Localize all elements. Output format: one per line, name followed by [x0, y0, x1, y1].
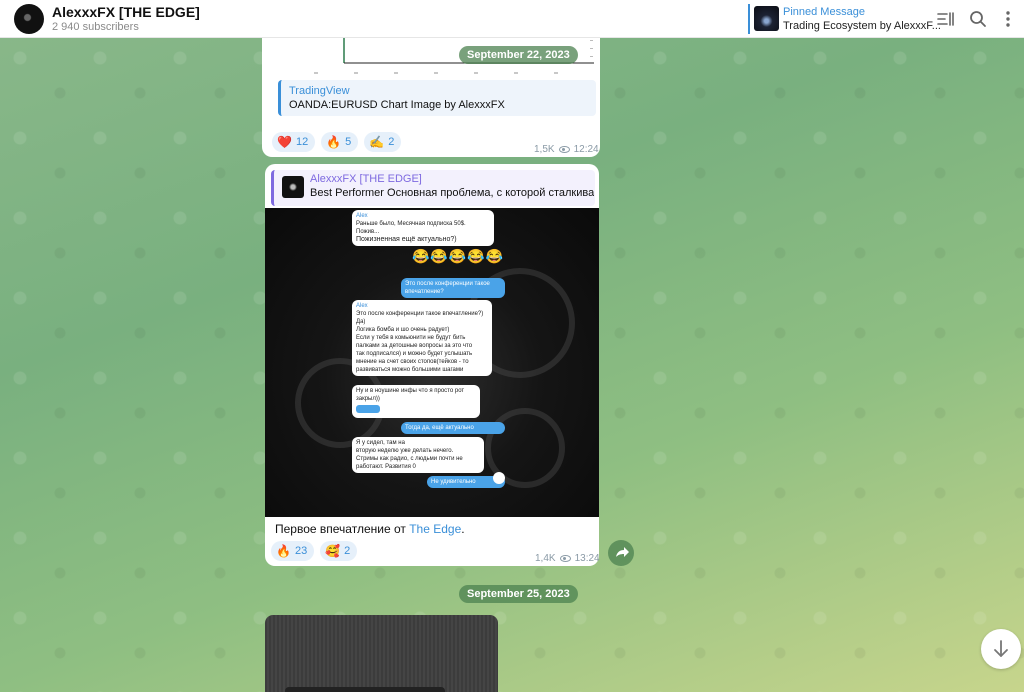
- message-meta: 1,5K 12:24: [534, 144, 599, 155]
- date-separator: September 22, 2023: [459, 46, 578, 64]
- more-icon[interactable]: [998, 9, 1018, 29]
- message-time: 12:24: [573, 144, 599, 155]
- scroll-to-bottom-button[interactable]: [981, 629, 1021, 669]
- pinned-thumbnail: [754, 6, 779, 31]
- eye-icon: [558, 146, 570, 153]
- bubble-line: закрыл)): [356, 396, 380, 402]
- bubble-line: мнение на счет своих стопов(тейков - то: [356, 359, 469, 365]
- search-icon[interactable]: [968, 9, 988, 29]
- pinned-text: Trading Ecosystem by AlexxxF...: [783, 20, 941, 32]
- caption-link[interactable]: The Edge: [409, 522, 461, 536]
- view-count: 1,4K: [535, 553, 556, 564]
- caption-text: Первое впечатление от: [275, 522, 410, 536]
- reaction-fire[interactable]: 🔥 5: [321, 132, 359, 152]
- forward-source-name: AlexxxFX [THE EDGE]: [310, 173, 422, 185]
- smiling-hearts-emoji: 🥰: [325, 544, 341, 558]
- fire-emoji: 🔥: [326, 135, 342, 149]
- reaction-count: 2: [344, 545, 351, 557]
- voice-attachment: [356, 405, 380, 413]
- link-preview[interactable]: TradingView OANDA:EURUSD Chart Image by …: [278, 80, 596, 116]
- forward-source-avatar: [282, 176, 304, 198]
- message-meta: 1,4K 13:24: [535, 553, 600, 564]
- sidebar-toggle-icon[interactable]: [936, 9, 956, 29]
- channel-name[interactable]: AlexxxFX [THE EDGE]: [52, 4, 200, 20]
- quote-name: Alex: [356, 213, 368, 219]
- bubble-line: Логика бомба и шо очень радует): [356, 327, 450, 333]
- subscriber-count: 2 940 subscribers: [52, 21, 139, 33]
- bubble-line: вторую неделю уже делать нечего.: [356, 448, 454, 454]
- pinned-title: Pinned Message: [783, 6, 865, 18]
- reaction-count: 12: [295, 136, 309, 148]
- link-site-name: TradingView: [289, 85, 350, 97]
- quote-name: Alex: [356, 303, 368, 309]
- heart-emoji: ❤️: [277, 135, 292, 149]
- chat-bubble-incoming: Alex Это после конференции такое впечатл…: [352, 300, 492, 376]
- reactions-bar: 🔥 23 🥰 2: [271, 541, 358, 561]
- bubble-line: Я у сидел, там на: [356, 440, 405, 446]
- reaction-count: 2: [388, 136, 395, 148]
- message-time: 13:24: [574, 553, 600, 564]
- media-inner-frame: [285, 687, 445, 692]
- quote-text: Это после конференции такое впечатление?…: [356, 311, 484, 317]
- arrow-down-icon: [994, 640, 1008, 657]
- chat-bubble-outgoing: Это после конференции такое впечатление?: [401, 278, 505, 298]
- bubble-line: Стримы как радио, с людьми почти не: [356, 456, 463, 462]
- reactions-bar: ❤️ 12 🔥 5 ✍️ 2: [272, 132, 402, 152]
- reaction-fire[interactable]: 🔥 23: [271, 541, 315, 561]
- pinned-indicator: [748, 4, 750, 34]
- chat-header: AlexxxFX [THE EDGE] 2 940 subscribers Pi…: [0, 0, 1024, 38]
- reaction-writing[interactable]: ✍️ 2: [364, 132, 402, 152]
- bubble-line: Ну и в ноушине инфы что я просто рот: [356, 388, 465, 394]
- channel-avatar[interactable]: [14, 4, 44, 34]
- bubble-line: Да): [356, 319, 366, 325]
- chat-bubble-incoming: Alex Раньше было, Месячная подписка 50$.…: [352, 210, 494, 246]
- bubble-line: работают. Развития 0: [356, 464, 416, 470]
- media-thumbnail[interactable]: [265, 615, 498, 692]
- chat-bubble-outgoing: Тогда да, ещё актуально: [401, 422, 505, 434]
- quote-text: Раньше было, Месячная подписка 50$. Пожи…: [356, 221, 466, 235]
- chat-bubble-incoming: Ну и в ноушине инфы что я просто рот зак…: [352, 385, 480, 418]
- fire-emoji: 🔥: [276, 544, 291, 558]
- link-title: OANDA:EURUSD Chart Image by AlexxxFX: [289, 99, 505, 111]
- message-bubble[interactable]: AlexxxFX [THE EDGE] Best Performer Основ…: [265, 164, 600, 566]
- reaction-count: 5: [345, 136, 352, 148]
- emoji-message: 😂😂😂😂😂: [412, 248, 505, 264]
- reaction-love[interactable]: 🥰 2: [320, 541, 358, 561]
- share-icon: [616, 547, 629, 557]
- reaction-count: 23: [294, 545, 308, 557]
- date-separator: September 25, 2023: [459, 585, 578, 603]
- caption-text-end: .: [461, 522, 465, 536]
- chat-bubble-incoming: Я у сидел, там на вторую неделю уже дела…: [352, 437, 484, 473]
- share-button[interactable]: [608, 540, 634, 566]
- forwarded-header[interactable]: AlexxxFX [THE EDGE] Best Performer Основ…: [271, 170, 595, 206]
- bubble-line: так подписался) и можно будет услышать: [356, 351, 473, 357]
- scroll-down-icon: [493, 472, 505, 484]
- bubble-line: палками за детошные вопросы за это что: [356, 343, 473, 349]
- message-caption: Первое впечатление от The Edge.: [275, 522, 465, 536]
- reaction-heart[interactable]: ❤️ 12: [272, 132, 316, 152]
- bubble-line: развиваться можно большими шагами: [356, 367, 464, 373]
- bubble-line: Если у тебя в комьюнити не будут бить: [356, 335, 466, 341]
- forward-preview-text: Best Performer Основная проблема, с кото…: [310, 187, 594, 199]
- bubble-text: Пожизненная ещё актуально?): [356, 236, 457, 243]
- screenshot-image[interactable]: Alex Раньше было, Месячная подписка 50$.…: [265, 208, 599, 517]
- view-count: 1,5K: [534, 144, 555, 155]
- eye-icon: [559, 555, 571, 562]
- writing-hand-emoji: ✍️: [369, 135, 385, 149]
